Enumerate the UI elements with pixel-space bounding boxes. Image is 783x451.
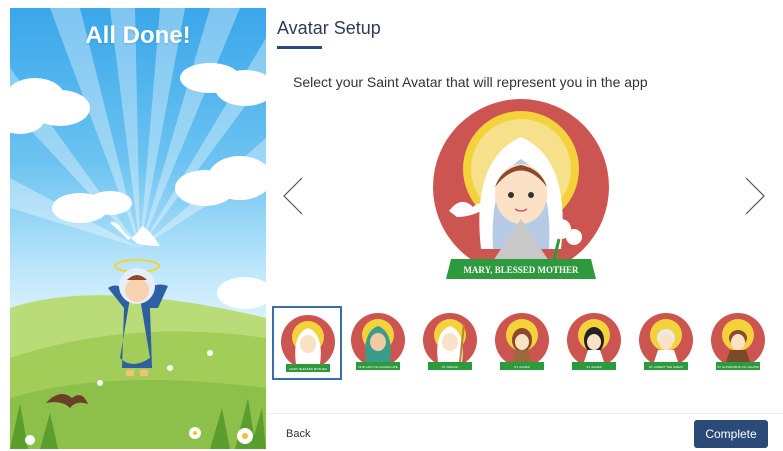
avatar-thumbnail[interactable]: ST. AGNES <box>560 306 630 380</box>
footer-divider <box>266 413 783 414</box>
next-avatar-button[interactable] <box>742 176 768 216</box>
selected-avatar-preview: MARY, BLESSED MOTHER <box>431 99 611 294</box>
title-underline <box>277 46 322 49</box>
all-done-title: All Done! <box>85 22 191 49</box>
previous-avatar-button[interactable] <box>280 176 306 216</box>
saint-thumbnail-icon: ST. AGNES <box>495 313 549 370</box>
thumbnail-label: ST. AGNES <box>514 365 530 369</box>
illustration-panel: All Done! <box>10 8 266 449</box>
selected-avatar-banner-label: MARY, BLESSED MOTHER <box>463 265 579 275</box>
avatar-thumbnail-strip: MARY, BLESSED MOTHER OUR LADY OF GUADALU… <box>272 306 783 380</box>
back-button[interactable]: Back <box>286 428 310 440</box>
chevron-right-icon <box>745 177 765 215</box>
thumbnail-label: OUR LADY OF GUADALUPE <box>358 365 398 369</box>
saint-thumbnail-icon: ST. ABIGAIL <box>423 313 477 370</box>
avatar-thumbnail[interactable]: ST. ALPHONSUS OF LIGUORI <box>704 306 774 380</box>
avatar-thumbnail[interactable]: ST. ALBERT THE GREAT <box>632 306 702 380</box>
avatar-thumbnail[interactable]: ST. AGNES <box>488 306 558 380</box>
avatar-thumbnail[interactable]: MARY, BLESSED MOTHER <box>272 306 342 380</box>
mary-thumbnail-icon: MARY, BLESSED MOTHER <box>281 315 335 372</box>
guadalupe-thumbnail-icon: OUR LADY OF GUADALUPE <box>351 313 405 370</box>
thumbnail-label: ST. ALPHONSUS OF LIGUORI <box>717 365 759 369</box>
mary-avatar-image: MARY, BLESSED MOTHER <box>433 99 609 279</box>
saint-thumbnail-icon: ST. ALBERT THE GREAT <box>639 313 693 370</box>
chevron-left-icon <box>283 177 303 215</box>
avatar-setup-panel: Avatar Setup Select your Saint Avatar th… <box>266 0 783 451</box>
thumbnail-label: ST. ABIGAIL <box>442 365 459 369</box>
thumbnail-label: MARY, BLESSED MOTHER <box>289 367 327 371</box>
avatar-thumbnail[interactable]: OUR LADY OF GUADALUPE <box>344 306 414 380</box>
page-title: Avatar Setup <box>277 18 381 38</box>
saint-thumbnail-icon: ST. AGNES <box>567 313 621 370</box>
complete-button[interactable]: Complete <box>694 420 768 448</box>
instruction-text: Select your Saint Avatar that will repre… <box>293 74 648 90</box>
avatar-thumbnail[interactable]: ST. ABIGAIL <box>416 306 486 380</box>
thumbnail-label: ST. AGNES <box>586 365 602 369</box>
saint-thumbnail-icon: ST. ALPHONSUS OF LIGUORI <box>711 313 765 370</box>
mary-ascending-illustration <box>10 8 266 449</box>
thumbnail-label: ST. ALBERT THE GREAT <box>649 365 683 369</box>
